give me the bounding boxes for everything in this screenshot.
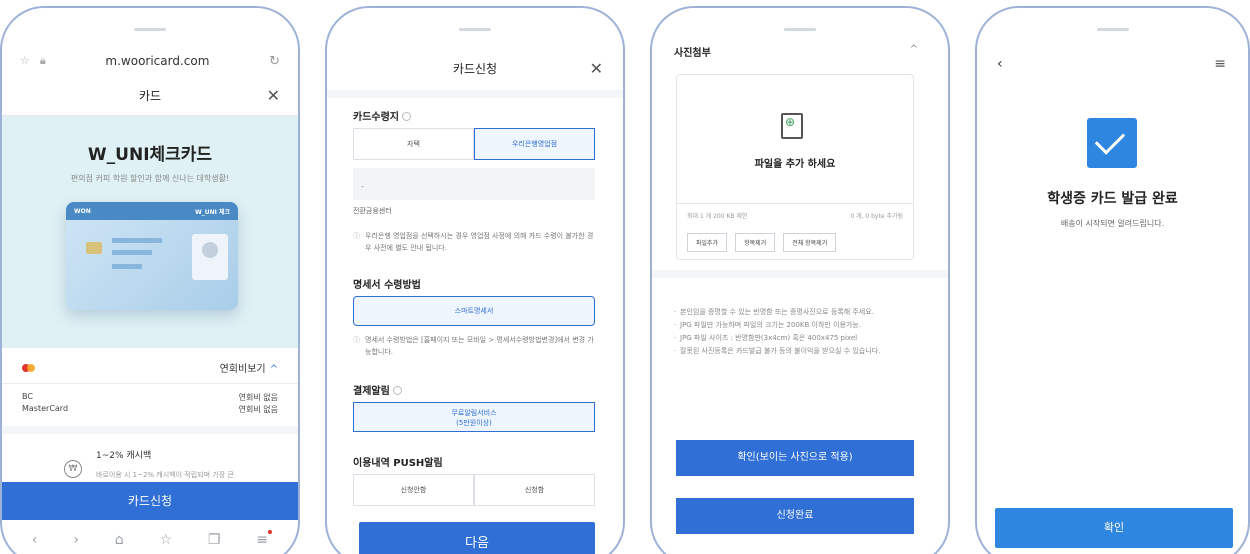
photo-guideline-list: 본인임을 증명할 수 있는 반명함 또는 증명사진으로 등록해 주세요. JPG… xyxy=(674,306,920,358)
add-file-button[interactable]: 파일추가 xyxy=(687,233,728,252)
card-image: WON W_UNI 체크 xyxy=(66,202,238,310)
branch-select-field[interactable]: - xyxy=(353,168,595,200)
phone-card-application: 카드신청 ✕ 카드수령지 자택 우리은행영업점 - 전환금융센터 우리은행 영업… xyxy=(325,6,625,554)
speaker-notch xyxy=(1096,28,1129,31)
list-item: 본인임을 증명할 수 있는 반명함 또는 증명사진으로 등록해 주세요. xyxy=(674,306,920,318)
close-icon[interactable]: ✕ xyxy=(590,52,603,86)
url-text[interactable]: m.wooricard.com xyxy=(46,54,269,68)
phone-photo-upload: 사진첨부 ^ 파일을 추가 하세요 최대 1 개 200 KB 제한 0 개, … xyxy=(650,6,950,554)
complete-subtitle: 배송이 시작되면 알려드립니다. xyxy=(1060,219,1165,228)
remove-all-button[interactable]: 전체 항목제거 xyxy=(783,233,837,252)
card-brand-logo: WON xyxy=(74,207,91,215)
section-divider xyxy=(327,90,623,98)
fee-table-row: MasterCard 연회비 없음 xyxy=(22,404,278,414)
receive-segmented-control: 자택 우리은행영업점 xyxy=(353,128,595,160)
phone-issue-complete: ‹ ≡ 학생증 카드 발급 완료 배송이 시작되면 알려드립니다. 확인 xyxy=(975,6,1250,554)
center-label: 전환금융센터 xyxy=(353,207,392,215)
complete-application-button[interactable]: 신청완료 xyxy=(676,498,914,534)
bookmark-icon[interactable]: ☆ xyxy=(160,532,173,548)
alert-option-button[interactable]: 무료알림서비스 (5만원이상) xyxy=(353,402,595,432)
tabs-icon[interactable]: ❐ xyxy=(208,532,221,548)
checkmark-icon xyxy=(1087,118,1137,168)
section-receive-title: 카드수령지 xyxy=(353,108,411,123)
receive-note: 우리은행 영업점을 선택하시는 경우 영업점 사정에 의해 카드 수령이 불가한… xyxy=(353,230,597,254)
card-hero: W_UNI체크카드 편의점 커피 학원 할인과 함께 신나는 대학생활! WON… xyxy=(2,116,298,348)
upload-count: 0 개, 0 byte 추가됨 xyxy=(850,213,903,220)
menu-icon[interactable]: ≡ xyxy=(256,530,272,548)
fee-table: BC 연회비 없음 MasterCard 연회비 없음 xyxy=(22,392,278,416)
speaker-notch xyxy=(134,28,166,31)
statement-option-button[interactable]: 스마트명세서 xyxy=(353,296,595,326)
benefit-title: 1~2% 캐시백 xyxy=(96,451,152,461)
browser-nav-bar: ‹ › ⌂ ☆ ❐ ≡ xyxy=(2,520,298,554)
menu-icon[interactable]: ≡ xyxy=(1214,56,1226,72)
application-header: 카드신청 ✕ xyxy=(327,52,623,86)
phone-card-detail: ☆ 🔒︎ m.wooricard.com ↻ 카드 ✕ W_UNI체크카드 편의… xyxy=(0,6,300,554)
section-statement-title: 명세서 수령방법 xyxy=(353,280,421,291)
ok-button[interactable]: 확인 xyxy=(995,508,1233,548)
section-alert-title: 결제알림 xyxy=(353,382,402,397)
browser-url-bar: ☆ 🔒︎ m.wooricard.com ↻ xyxy=(2,46,298,76)
home-icon[interactable]: ⌂ xyxy=(115,532,124,548)
statement-note: 명세서 수령방법은 [홈페이지 또는 모바일 > 명세서수령방법변경]에서 변경… xyxy=(353,334,597,358)
receive-option-home[interactable]: 자택 xyxy=(353,128,474,160)
chevron-up-icon: ^ xyxy=(269,364,278,375)
push-option-yes[interactable]: 신청함 xyxy=(474,474,595,506)
section-divider xyxy=(2,426,298,434)
page-title-bar: 카드 ✕ xyxy=(2,76,298,116)
speaker-notch xyxy=(459,28,491,31)
file-add-icon xyxy=(781,113,803,139)
benefit-desc: 바로이용 시 1~2% 캐시백이 적립되며 가장 큰 xyxy=(96,471,234,479)
next-button[interactable]: 다음 xyxy=(359,522,595,554)
section-divider xyxy=(652,270,948,278)
file-upload-box[interactable]: 파일을 추가 하세요 최대 1 개 200 KB 제한 0 개, 0 byte … xyxy=(676,74,914,260)
section-push-title: 이용내역 PUSH알림 xyxy=(353,458,443,469)
page-title: 카드 xyxy=(138,89,162,103)
help-icon[interactable] xyxy=(402,112,411,121)
reload-icon[interactable]: ↻ xyxy=(269,54,280,69)
star-icon[interactable]: ☆ xyxy=(20,54,30,68)
back-arrow-icon[interactable]: ‹ xyxy=(32,532,38,548)
card-name-label: W_UNI 체크 xyxy=(195,208,230,216)
remove-item-button[interactable]: 항목제거 xyxy=(735,233,776,252)
fee-more-toggle[interactable]: 연회비보기 ^ xyxy=(220,360,278,375)
upload-title: 파일을 추가 하세요 xyxy=(754,159,836,170)
hero-subtitle: 편의점 커피 학원 할인과 함께 신나는 대학생활! xyxy=(70,174,230,183)
fee-row[interactable]: 연회비보기 ^ xyxy=(2,352,298,384)
apply-card-button[interactable]: 카드신청 xyxy=(2,482,298,520)
cashback-icon: ₩ xyxy=(64,460,82,478)
card-photo-placeholder xyxy=(192,234,228,280)
push-option-no[interactable]: 신청안함 xyxy=(353,474,474,506)
upload-limit: 최대 1 개 200 KB 제한 xyxy=(687,213,748,220)
forward-arrow-icon[interactable]: › xyxy=(73,532,79,548)
photo-section-header[interactable]: 사진첨부 ^ xyxy=(674,44,926,64)
list-item: 잘못된 사진등록은 카드발급 불가 등의 불이익을 받으실 수 있습니다. xyxy=(674,345,920,357)
close-icon[interactable]: ✕ xyxy=(267,76,280,116)
fee-table-row: BC 연회비 없음 xyxy=(22,392,278,402)
hero-title: W_UNI체크카드 xyxy=(87,145,213,165)
receive-option-branch[interactable]: 우리은행영업점 xyxy=(474,128,595,160)
push-segmented-control: 신청안함 신청함 xyxy=(353,474,595,506)
complete-title: 학생증 카드 발급 완료 xyxy=(1047,191,1178,207)
list-item: JPG 파일 사이즈 : 반명함판(3x4cm) 혹은 400x475 pixe… xyxy=(674,332,920,344)
speaker-notch xyxy=(784,28,816,31)
help-icon[interactable] xyxy=(392,386,402,395)
back-arrow-icon[interactable]: ‹ xyxy=(997,56,1003,72)
card-chip xyxy=(86,242,102,254)
list-item: JPG 파일만 가능하며 파일의 크기는 200KB 이하만 이용가능. xyxy=(674,319,920,331)
mastercard-logo-icon xyxy=(22,363,36,372)
confirm-photo-button[interactable]: 확인(보이는 사진으로 적용) xyxy=(676,440,914,476)
page-title: 카드신청 xyxy=(452,62,498,76)
section-title: 사진첨부 xyxy=(674,48,711,59)
chevron-up-icon[interactable]: ^ xyxy=(910,44,918,55)
